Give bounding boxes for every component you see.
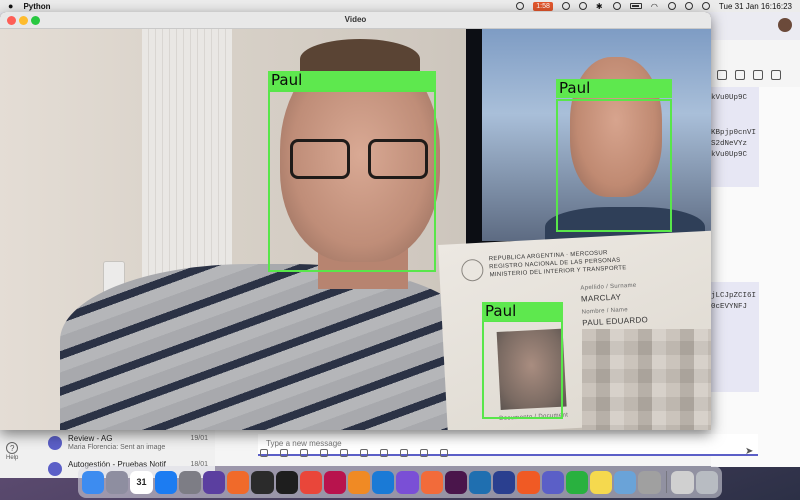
format-icon[interactable] bbox=[260, 449, 268, 457]
github-desktop-icon[interactable] bbox=[396, 470, 419, 494]
calendar-icon[interactable]: 31 bbox=[130, 470, 153, 494]
terminal-2-icon[interactable] bbox=[275, 470, 298, 494]
network-app-icon[interactable] bbox=[493, 470, 516, 494]
location-icon[interactable] bbox=[420, 449, 428, 457]
finder-icon[interactable] bbox=[82, 470, 105, 494]
phone-call-icon[interactable] bbox=[735, 70, 745, 80]
help-button[interactable]: ? Help bbox=[6, 442, 18, 461]
slack-icon[interactable] bbox=[444, 470, 467, 494]
system-settings-icon[interactable] bbox=[178, 470, 201, 494]
face-detection-box bbox=[556, 99, 672, 232]
menu-bar: ● Python 1:58 ✱ ◠ Tue 31 Jan 16:16:23 bbox=[0, 0, 800, 12]
teams-icon[interactable] bbox=[541, 470, 564, 494]
praise-icon[interactable] bbox=[400, 449, 408, 457]
launchpad-icon[interactable] bbox=[106, 470, 129, 494]
face-detection-label: Paul bbox=[268, 71, 436, 90]
compose-toolbar bbox=[258, 446, 768, 460]
rubymine-icon[interactable] bbox=[323, 470, 347, 494]
face-detection-label: Paul bbox=[556, 79, 672, 98]
chrome-icon[interactable] bbox=[299, 470, 322, 494]
dock-separator bbox=[665, 471, 667, 493]
search-icon[interactable] bbox=[667, 2, 676, 10]
feather-app-icon[interactable] bbox=[202, 470, 226, 494]
recording-pill[interactable]: 1:58 bbox=[533, 1, 553, 11]
card-name-label: Nombre / Name bbox=[581, 307, 629, 316]
help-label: Help bbox=[6, 455, 19, 461]
notes-icon[interactable] bbox=[589, 470, 613, 494]
chat-date: 19/01 bbox=[190, 435, 208, 442]
face-detection-box bbox=[482, 320, 563, 419]
more-apps-icon[interactable] bbox=[440, 449, 448, 457]
video-call-icon[interactable] bbox=[717, 70, 727, 80]
message-card bbox=[711, 87, 759, 187]
siri-icon[interactable] bbox=[701, 2, 710, 10]
card-seal bbox=[460, 258, 484, 282]
dock: 31 bbox=[78, 466, 722, 498]
menu-bar-status-area: 1:58 ✱ ◠ Tue 31 Jan 16:16:23 bbox=[516, 1, 792, 11]
message-text: jLCJpZCI6I bbox=[711, 292, 757, 300]
face-detection-box bbox=[268, 90, 436, 272]
date-time[interactable]: Tue 31 Jan 16:16:23 bbox=[719, 2, 792, 11]
gif-icon[interactable] bbox=[340, 449, 348, 457]
camera-frame: REPUBLICA ARGENTINA · MERCOSUR REGISTRO … bbox=[0, 29, 711, 430]
brave-icon[interactable] bbox=[517, 470, 540, 494]
chat-title: Review - AG bbox=[68, 434, 113, 443]
vscode-icon[interactable] bbox=[372, 470, 395, 494]
teams-call-toolbar bbox=[711, 64, 800, 86]
bluetooth-icon[interactable]: ✱ bbox=[596, 2, 604, 11]
lock-icon[interactable] bbox=[612, 2, 621, 10]
card-surname-label: Apellido / Surname bbox=[580, 282, 637, 292]
chat-avatar bbox=[48, 462, 62, 476]
navigator-icon[interactable] bbox=[469, 470, 492, 494]
user-avatar[interactable] bbox=[778, 18, 792, 32]
sublime-icon[interactable] bbox=[348, 470, 371, 494]
loop-icon[interactable] bbox=[300, 449, 308, 457]
help-icon: ? bbox=[6, 442, 19, 454]
schedule-icon[interactable] bbox=[380, 449, 388, 457]
pen-app-icon[interactable] bbox=[638, 470, 661, 494]
window-title: Video bbox=[344, 15, 367, 24]
sticker-icon[interactable] bbox=[360, 449, 368, 457]
postman-icon[interactable] bbox=[420, 470, 443, 494]
camera-icon[interactable] bbox=[578, 2, 587, 10]
message-text: kVu0Up9C bbox=[711, 94, 748, 102]
trash-icon[interactable] bbox=[695, 470, 718, 494]
send-icon[interactable]: ➤ bbox=[745, 446, 753, 457]
app-store-icon[interactable] bbox=[154, 470, 177, 494]
chat-list-item[interactable]: Review - AG Maria Florencia: Sent an ima… bbox=[48, 432, 208, 456]
video-window: Video REPUBLICA ARGENTINA · MERCOSUR REG… bbox=[0, 12, 711, 430]
card-surname: MARCLAY bbox=[580, 292, 622, 304]
emoji-icon[interactable] bbox=[320, 449, 328, 457]
video-titlebar[interactable]: Video bbox=[0, 12, 711, 29]
preview-icon[interactable] bbox=[614, 470, 637, 494]
whatsapp-icon[interactable] bbox=[565, 470, 588, 494]
message-text: kVu0Up9C bbox=[711, 151, 748, 159]
chat-preview: Maria Florencia: Sent an image bbox=[68, 444, 166, 451]
orange-app-icon[interactable] bbox=[227, 470, 250, 494]
share-icon[interactable] bbox=[753, 70, 763, 80]
people-icon[interactable] bbox=[771, 70, 781, 80]
person-shirt bbox=[60, 264, 480, 430]
message-text: S2dNeVYz bbox=[711, 140, 748, 148]
message-text: KBpjp0cnVI bbox=[711, 129, 757, 137]
chat-avatar bbox=[48, 436, 62, 450]
document-icon[interactable] bbox=[671, 470, 694, 494]
play-icon[interactable] bbox=[561, 2, 570, 10]
pixelated-redaction bbox=[582, 329, 711, 430]
message-text: 0cEVYNFJ bbox=[711, 303, 748, 311]
card-name: PAUL EDUARDO bbox=[582, 315, 649, 328]
terminal-icon[interactable] bbox=[251, 470, 274, 494]
apple-menu-icon[interactable]: ● bbox=[8, 1, 13, 11]
control-center-icon[interactable] bbox=[684, 2, 693, 10]
battery-icon[interactable] bbox=[629, 3, 642, 9]
face-detection-label: Paul bbox=[482, 302, 563, 321]
active-app-name[interactable]: Python bbox=[23, 2, 50, 11]
desktop: ● Python 1:58 ✱ ◠ Tue 31 Jan 16:16:23 kV… bbox=[0, 0, 800, 500]
attach-icon[interactable] bbox=[280, 449, 288, 457]
wifi-icon[interactable]: ◠ bbox=[651, 2, 659, 11]
feather-status-icon[interactable] bbox=[516, 2, 525, 10]
